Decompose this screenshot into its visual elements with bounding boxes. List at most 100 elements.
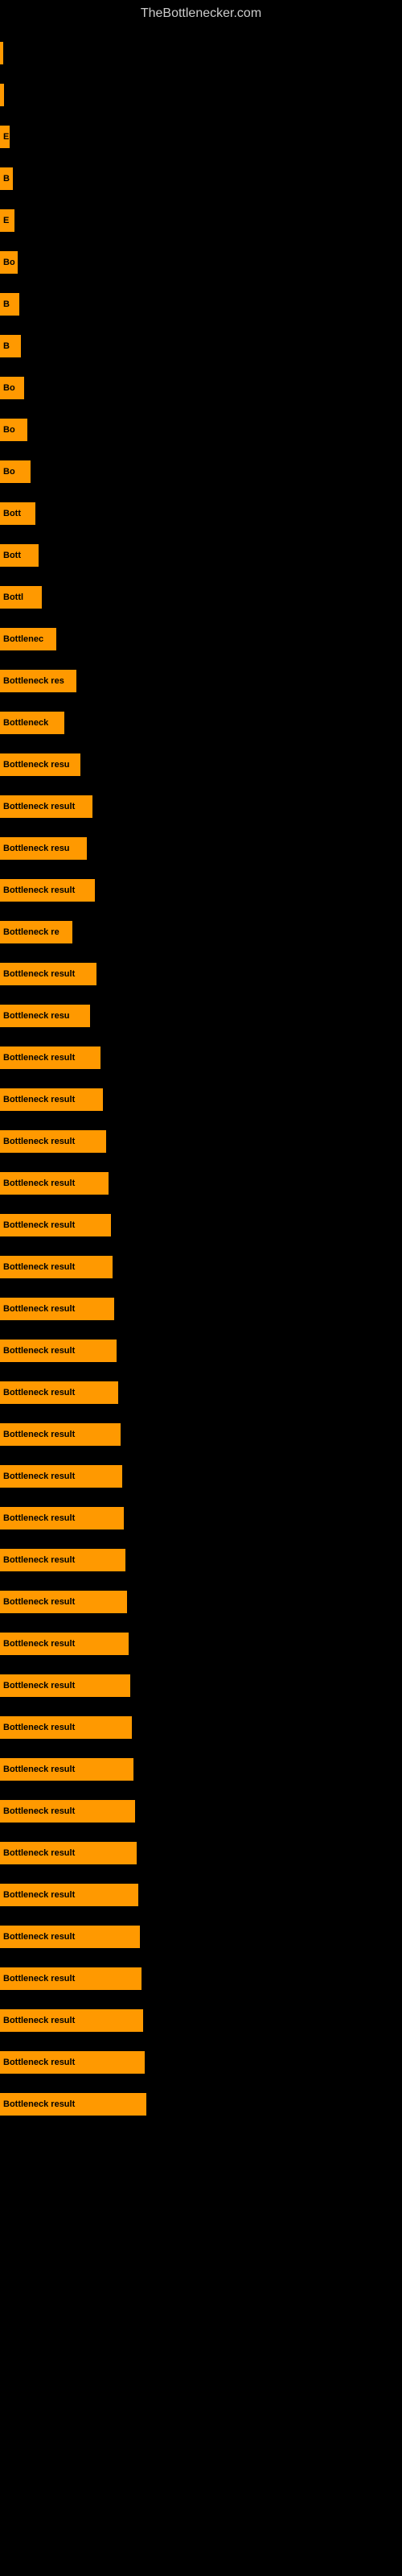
bar: Bottleneck resu	[0, 753, 80, 776]
bar-row: Bott	[0, 535, 402, 576]
bar: Bottleneck result	[0, 1423, 121, 1446]
bar: Bottleneck result	[0, 1967, 142, 1990]
bar-row: Bottleneck result	[0, 2000, 402, 2041]
bar: Bottleneck result	[0, 1507, 124, 1530]
bar-row: B	[0, 283, 402, 325]
bar-row: Bottleneck result	[0, 1162, 402, 1204]
bar: Bottleneck result	[0, 1674, 130, 1697]
bar: Bottleneck result	[0, 1800, 135, 1823]
bar-row	[0, 32, 402, 74]
bar: Bottleneck resu	[0, 837, 87, 860]
bar-row: Bottleneck result	[0, 953, 402, 995]
bar-row: Bottleneck result	[0, 1079, 402, 1121]
bar: Bottleneck	[0, 712, 64, 734]
bar: Bottlenec	[0, 628, 56, 650]
bar-row: Bo	[0, 367, 402, 409]
bar: Bott	[0, 544, 39, 567]
bar: Bottleneck result	[0, 1214, 111, 1236]
bar: Bottleneck result	[0, 1381, 118, 1404]
bar: Bo	[0, 419, 27, 441]
bar-row: Bottleneck result	[0, 1246, 402, 1288]
bar: Bo	[0, 251, 18, 274]
bar-row: Bottleneck result	[0, 1539, 402, 1581]
bar: Bottleneck re	[0, 921, 72, 943]
bar-row: Bottleneck result	[0, 1958, 402, 2000]
bar	[0, 84, 4, 106]
bar-row: Bottleneck result	[0, 1874, 402, 1916]
bar: B	[0, 293, 19, 316]
bar-row: Bottleneck resu	[0, 995, 402, 1037]
bar: Bottleneck result	[0, 1633, 129, 1655]
bar: Bottl	[0, 586, 42, 609]
bar-row: Bottleneck re	[0, 911, 402, 953]
bar: Bottleneck result	[0, 1298, 114, 1320]
bar-row: Bottl	[0, 576, 402, 618]
bar: Bottleneck result	[0, 2051, 145, 2074]
bar: Bottleneck result	[0, 1465, 122, 1488]
bar-row: Bottleneck result	[0, 1623, 402, 1665]
bar: Bottleneck result	[0, 1256, 113, 1278]
bar-row: Bo	[0, 451, 402, 493]
bar: Bottleneck result	[0, 1758, 133, 1781]
bar-row: Bottleneck result	[0, 1414, 402, 1455]
bar-row: Bott	[0, 493, 402, 535]
bar-row: Bottleneck result	[0, 1497, 402, 1539]
bar-row: Bottleneck result	[0, 1707, 402, 1748]
bar-row: B	[0, 158, 402, 200]
bar-row: Bottleneck result	[0, 1455, 402, 1497]
bar: Bottleneck result	[0, 963, 96, 985]
bar-row: Bottleneck result	[0, 1037, 402, 1079]
bar-row: Bottleneck result	[0, 1204, 402, 1246]
bar: Bottleneck result	[0, 1716, 132, 1739]
bar: Bottleneck res	[0, 670, 76, 692]
bar-row: E	[0, 116, 402, 158]
bar: Bottleneck resu	[0, 1005, 90, 1027]
bar: Bottleneck result	[0, 1926, 140, 1948]
bar-row: Bottleneck result	[0, 1330, 402, 1372]
bar: Bo	[0, 377, 24, 399]
bar: Bottleneck result	[0, 1591, 127, 1613]
bar-row: Bottleneck result	[0, 1372, 402, 1414]
bar: Bottleneck result	[0, 1046, 100, 1069]
bar: Bottleneck result	[0, 879, 95, 902]
bar-row: Bottleneck result	[0, 1121, 402, 1162]
bar: E	[0, 126, 10, 148]
bar: Bottleneck result	[0, 795, 92, 818]
bar-row: Bottleneck result	[0, 1288, 402, 1330]
bar: Bottleneck result	[0, 1842, 137, 1864]
bar: Bottleneck result	[0, 1130, 106, 1153]
bar-row: Bottleneck result	[0, 2041, 402, 2083]
bar-row: Bottleneck result	[0, 1748, 402, 1790]
bar-row: Bottleneck resu	[0, 828, 402, 869]
bars-container: EBEBoBBBoBoBoBottBottBottlBottlenecBottl…	[0, 24, 402, 2133]
bar-row: Bottleneck result	[0, 1916, 402, 1958]
bar-row: Bottlenec	[0, 618, 402, 660]
bar: Bottleneck result	[0, 1088, 103, 1111]
bar-row: Bottleneck result	[0, 1790, 402, 1832]
bar: Bottleneck result	[0, 2009, 143, 2032]
bar: B	[0, 335, 21, 357]
bar-row: Bo	[0, 242, 402, 283]
bar-row: Bottleneck result	[0, 869, 402, 911]
bar-row: Bottleneck result	[0, 1581, 402, 1623]
bar: Bottleneck result	[0, 1884, 138, 1906]
bar-row: Bottleneck	[0, 702, 402, 744]
bar: Bott	[0, 502, 35, 525]
bar-row: Bottleneck result	[0, 2083, 402, 2125]
bar: Bottleneck result	[0, 2093, 146, 2116]
bar-row	[0, 74, 402, 116]
bar-row: Bottleneck result	[0, 786, 402, 828]
site-title: TheBottlenecker.com	[0, 0, 402, 27]
bar: Bottleneck result	[0, 1340, 117, 1362]
bar: E	[0, 209, 14, 232]
bar: B	[0, 167, 13, 190]
bar-row: B	[0, 325, 402, 367]
bar: Bottleneck result	[0, 1549, 125, 1571]
bar-row: Bottleneck result	[0, 1832, 402, 1874]
bar-row: Bottleneck result	[0, 1665, 402, 1707]
bar-row: E	[0, 200, 402, 242]
bar	[0, 42, 3, 64]
bar-row: Bo	[0, 409, 402, 451]
bar-row: Bottleneck resu	[0, 744, 402, 786]
bar-row: Bottleneck res	[0, 660, 402, 702]
